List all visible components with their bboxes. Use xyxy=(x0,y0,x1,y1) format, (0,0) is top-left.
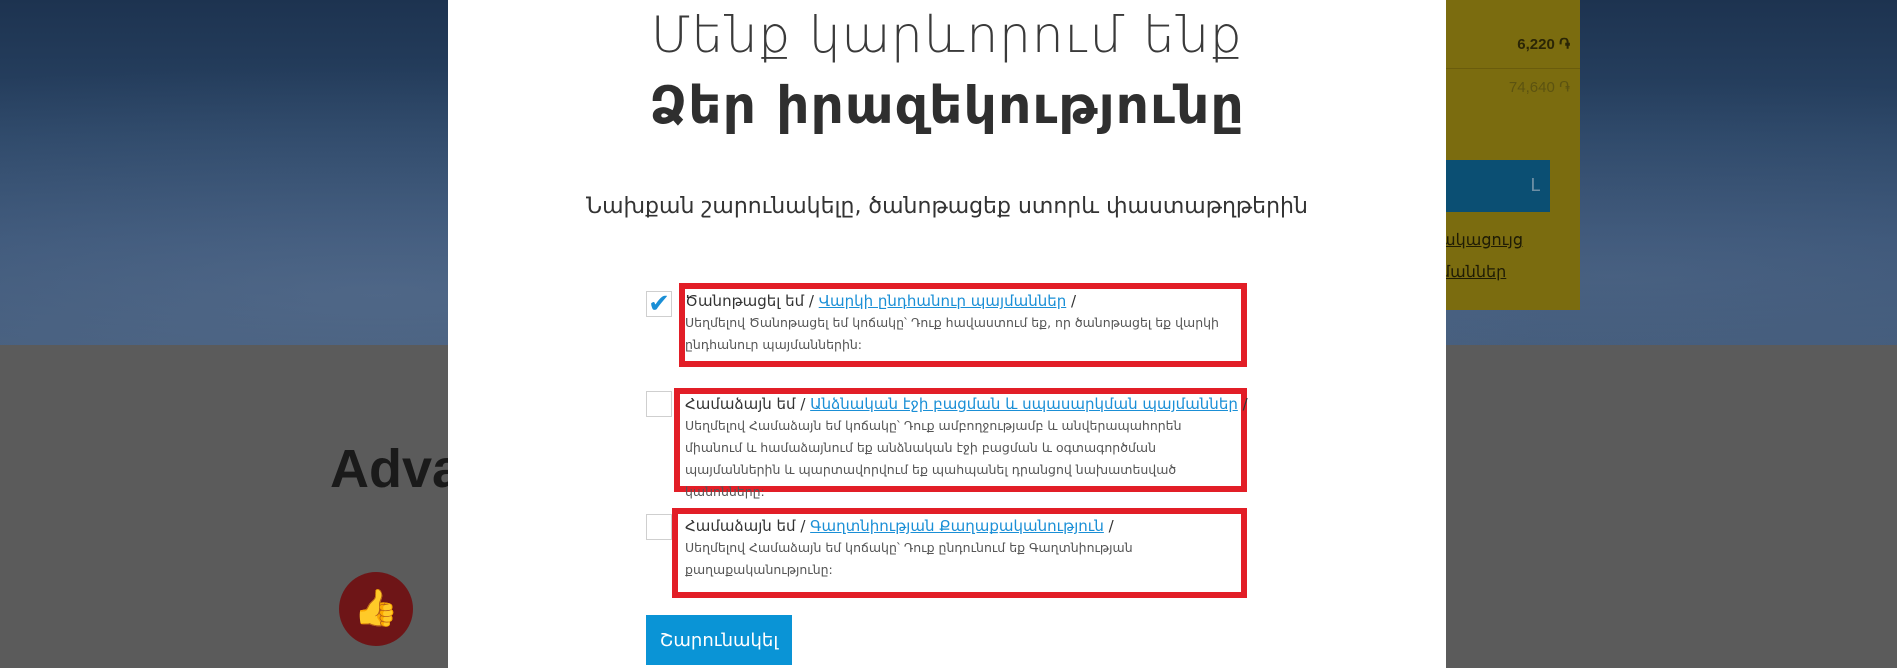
consent-label: Համաձայն եմ / Գաղտնիության Քաղաքականությ… xyxy=(685,517,1114,535)
personal-page-checkbox[interactable] xyxy=(646,391,672,417)
consent-modal: Մենք կարևորում ենք Ձեր իրազեկությունը Նա… xyxy=(448,0,1446,668)
consent-prefix: Ծանոթացել եմ / xyxy=(685,292,819,310)
checkmark-icon: ✔ xyxy=(648,289,670,319)
modal-title-line2: Ձեր իրազեկությունը xyxy=(649,76,1245,136)
consent-item-personal-page: Համաձայն եմ / Անձնական էջի բացման և սպաս… xyxy=(646,386,1248,499)
continue-button[interactable]: Շարունակել xyxy=(646,615,792,665)
background-heading: Adva xyxy=(330,439,463,499)
consent-prefix: Համաձայն եմ / xyxy=(685,395,811,413)
consent-prefix: Համաձայն եմ / xyxy=(685,517,811,535)
thumbs-up-icon: 👍 xyxy=(339,572,413,646)
consent-label: Ծանոթացել եմ / Վարկի ընդհանուր պայմաններ… xyxy=(685,292,1076,310)
modal-title-line1: Մենք կարևորում ենք xyxy=(650,6,1244,64)
consent-suffix: / xyxy=(1237,395,1248,413)
background-side-panel: 6,220 ֏ 74,640 ֏ Լ ակացույց մաններ xyxy=(1440,0,1580,310)
consent-item-loan-terms: ✔ Ծանոթացել եմ / Վարկի ընդհանուր պայմանն… xyxy=(646,283,1247,367)
consent-description: Սեղմելով Համաձայն եմ կոճակը՝ Դուք ամբողջ… xyxy=(685,418,1182,499)
panel-link-2[interactable]: մաններ xyxy=(1440,262,1506,282)
modal-subtitle: Նախքան շարունակելը, ծանոթացեք ստորև փաստ… xyxy=(586,194,1308,219)
consent-description: Սեղմելով Համաձայն եմ կոճակը՝ Դուք ընդուն… xyxy=(685,540,1133,577)
consent-suffix: / xyxy=(1066,292,1077,310)
consent-suffix: / xyxy=(1103,517,1114,535)
panel-divider xyxy=(1440,68,1580,69)
price-value-2: 74,640 ֏ xyxy=(1508,79,1570,96)
personal-page-terms-link[interactable]: Անձնական էջի բացման և սպասարկման պայմանն… xyxy=(810,395,1238,413)
privacy-checkbox[interactable] xyxy=(646,514,672,540)
loan-terms-checkbox[interactable]: ✔ xyxy=(646,291,672,317)
loan-terms-link[interactable]: Վարկի ընդհանուր պայմաններ xyxy=(819,292,1067,310)
consent-item-privacy: Համաձայն եմ / Գաղտնիության Քաղաքականությ… xyxy=(646,508,1247,598)
privacy-policy-link[interactable]: Գաղտնիության Քաղաքականություն xyxy=(810,517,1104,535)
consent-description: Սեղմելով Ծանոթացել եմ կոճակը՝ Դուք հավաս… xyxy=(685,315,1219,352)
consent-label: Համաձայն եմ / Անձնական էջի բացման և սպաս… xyxy=(685,395,1248,413)
panel-button[interactable]: Լ xyxy=(1440,160,1550,212)
panel-link-1[interactable]: ակացույց xyxy=(1440,230,1523,250)
price-value-1: 6,220 ֏ xyxy=(1517,36,1570,53)
